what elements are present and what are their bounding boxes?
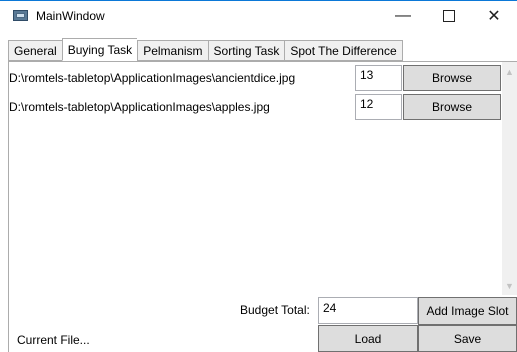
budget-total-label: Budget Total: [240,303,310,317]
quantity-input[interactable]: 13 [355,65,402,91]
add-image-slot-button[interactable]: Add Image Slot [418,297,517,325]
scroll-down-icon[interactable]: ▼ [502,278,517,293]
tab-buying-task[interactable]: Buying Task [61,38,138,61]
tab-sorting-task[interactable]: Sorting Task [207,40,285,61]
tab-spot-the-difference[interactable]: Spot The Difference [284,40,403,61]
window-title: MainWindow [36,9,105,23]
close-icon: ✕ [487,8,501,25]
minimize-button[interactable]: — [380,1,426,31]
current-file-label: Current File... [17,333,90,347]
title-bar[interactable]: MainWindow — ✕ [0,1,517,31]
tab-general[interactable]: General [8,40,62,61]
tab-strip: General Buying Task Pelmanism Sorting Ta… [8,38,403,61]
browse-button[interactable]: Browse [403,65,501,91]
browse-button[interactable]: Browse [403,94,501,120]
tab-pelmanism[interactable]: Pelmanism [137,40,208,61]
close-button[interactable]: ✕ [471,1,517,31]
budget-total-input[interactable]: 24 [318,297,418,324]
image-path-label: D:\romtels-tabletop\ApplicationImages\ap… [9,100,270,114]
app-window-icon [13,10,28,21]
main-window: MainWindow — ✕ General Buying Task Pelma… [0,0,517,352]
maximize-icon [443,10,455,22]
vertical-scrollbar[interactable]: ▲ ▼ [502,62,517,295]
minimize-icon: — [395,7,411,24]
image-path-label: D:\romtels-tabletop\ApplicationImages\an… [9,71,296,85]
quantity-input[interactable]: 12 [355,94,402,120]
scroll-up-icon[interactable]: ▲ [502,64,517,79]
save-button[interactable]: Save [418,325,517,352]
maximize-button[interactable] [426,1,472,31]
load-button[interactable]: Load [318,325,418,352]
